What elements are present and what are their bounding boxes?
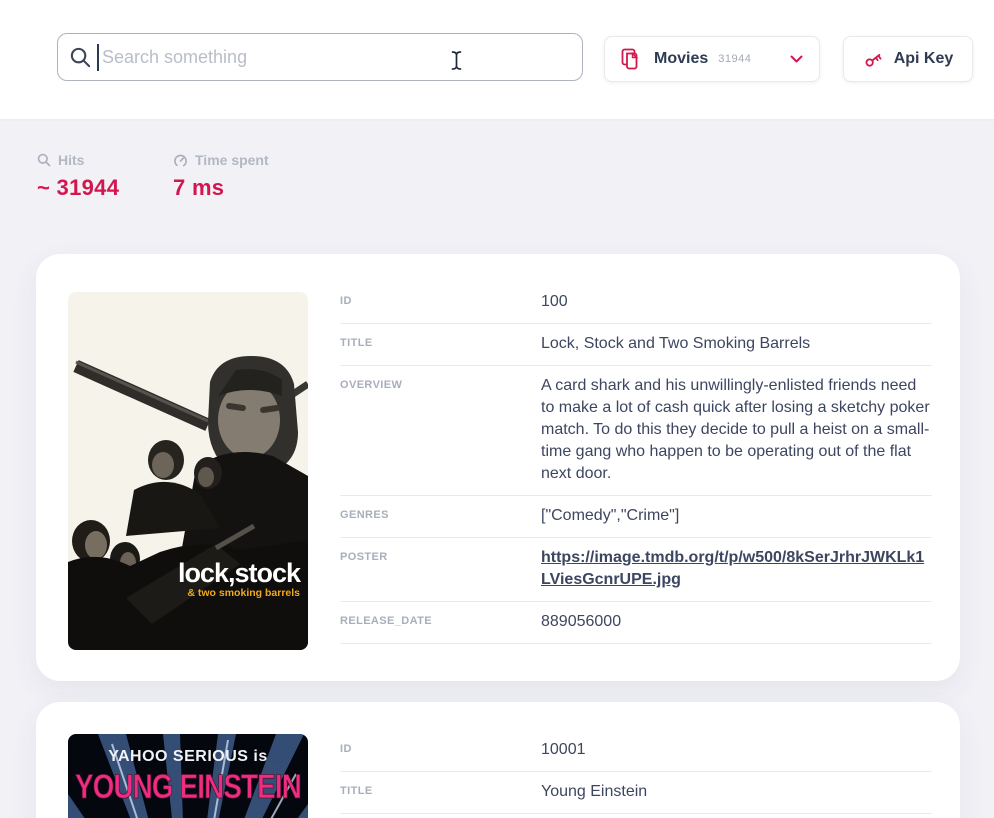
stopwatch-icon <box>173 153 188 168</box>
field-row-genres: GENRES ["Comedy","Crime"] <box>340 496 932 538</box>
field-label: ID <box>340 739 541 761</box>
hits-value: ~ 31944 <box>37 175 173 201</box>
field-value: Young Einstein <box>541 781 932 803</box>
field-label: RELEASE_DATE <box>340 611 541 633</box>
poster-title-text: lock,stock <box>178 558 302 588</box>
field-label: ID <box>340 291 541 313</box>
field-label: TITLE <box>340 781 541 803</box>
time-spent-stat: Time spent 7 ms <box>173 152 269 201</box>
results-list: lock,stock & two smoking barrels ID 100 … <box>36 254 960 818</box>
field-row-overview: OVERVIEW Albert Einstein is the son of a… <box>340 814 932 818</box>
field-value: Lock, Stock and Two Smoking Barrels <box>541 333 932 355</box>
movie-poster-image: YAHOO SERIOUS is YOUNG EINSTEIN <box>68 734 308 818</box>
search-input[interactable] <box>92 47 582 68</box>
hits-label: Hits <box>58 152 84 168</box>
search-stats: Hits ~ 31944 Time spent 7 ms <box>37 152 269 201</box>
field-row-title: TITLE Young Einstein <box>340 772 932 814</box>
chevron-down-icon <box>790 55 803 63</box>
field-label: OVERVIEW <box>340 375 541 485</box>
young-einstein-poster-art: YAHOO SERIOUS is YOUNG EINSTEIN <box>68 734 308 818</box>
field-value: A card shark and his unwillingly-enliste… <box>541 375 932 485</box>
document-fields: ID 10001 TITLE Young Einstein OVERVIEW A… <box>340 730 932 818</box>
field-value: 10001 <box>541 739 932 761</box>
meilisearch-mini-dashboard: { "colors": { "accent": "#d2174f", "page… <box>0 0 994 818</box>
key-icon <box>863 49 884 70</box>
document-fields: ID 100 TITLE Lock, Stock and Two Smoking… <box>340 282 932 651</box>
lock-stock-poster-art: lock,stock & two smoking barrels <box>68 292 308 650</box>
time-spent-label: Time spent <box>195 152 269 168</box>
result-card: YAHOO SERIOUS is YOUNG EINSTEIN ID 10001… <box>36 702 960 818</box>
i-beam-cursor <box>449 50 464 71</box>
search-box[interactable] <box>57 33 583 81</box>
field-row-id: ID 10001 <box>340 730 932 772</box>
documents-icon <box>621 48 641 70</box>
field-label: POSTER <box>340 547 541 591</box>
search-icon <box>37 153 51 167</box>
field-label: TITLE <box>340 333 541 355</box>
poster-subtitle-text: & two smoking barrels <box>187 587 300 599</box>
field-row-title: TITLE Lock, Stock and Two Smoking Barrel… <box>340 324 932 366</box>
field-row-id: ID 100 <box>340 282 932 324</box>
field-value: ["Comedy","Crime"] <box>541 505 932 527</box>
result-card: lock,stock & two smoking barrels ID 100 … <box>36 254 960 681</box>
field-value: 889056000 <box>541 611 932 633</box>
field-row-release-date: RELEASE_DATE 889056000 <box>340 602 932 644</box>
index-selector[interactable]: Movies 31944 <box>604 36 820 82</box>
poster-title-text: YOUNG EINSTEIN <box>75 768 301 806</box>
header: Movies 31944 Api Key <box>0 0 994 119</box>
api-key-label: Api Key <box>894 50 954 68</box>
field-label: GENRES <box>340 505 541 527</box>
field-row-overview: OVERVIEW A card shark and his unwillingl… <box>340 366 932 496</box>
field-value: 100 <box>541 291 932 313</box>
api-key-button[interactable]: Api Key <box>843 36 973 82</box>
poster-url-link[interactable]: https://image.tmdb.org/t/p/w500/8kSerJrh… <box>541 549 924 588</box>
index-doc-count: 31944 <box>718 53 751 65</box>
time-spent-value: 7 ms <box>173 175 269 201</box>
search-icon <box>69 46 92 69</box>
field-row-poster: POSTER https://image.tmdb.org/t/p/w500/8… <box>340 538 932 602</box>
poster-topline-text: YAHOO SERIOUS is <box>108 748 267 765</box>
movie-poster-image: lock,stock & two smoking barrels <box>68 292 308 650</box>
hits-stat: Hits ~ 31944 <box>37 152 173 201</box>
index-name: Movies <box>654 50 708 68</box>
text-caret <box>97 44 99 71</box>
